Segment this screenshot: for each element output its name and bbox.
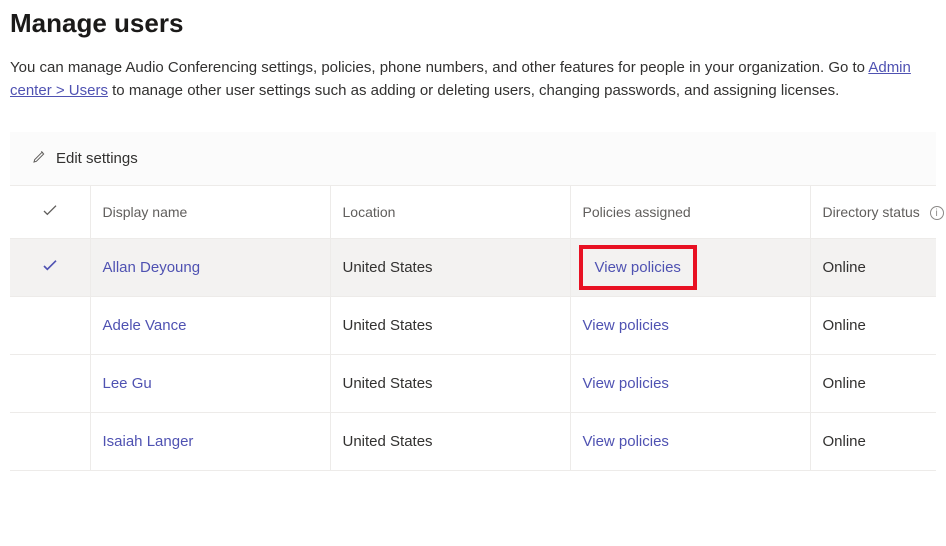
check-icon — [42, 259, 58, 276]
check-icon — [42, 204, 58, 220]
user-name-link[interactable]: Isaiah Langer — [103, 433, 194, 450]
user-name-link[interactable]: Allan Deyoung — [103, 259, 201, 276]
header-policies-assigned[interactable]: Policies assigned — [570, 186, 810, 239]
policies-cell: View policies — [570, 355, 810, 413]
directory-status-cell: Online — [810, 413, 936, 471]
info-icon[interactable]: i — [930, 206, 944, 220]
page-description: You can manage Audio Conferencing settin… — [10, 57, 930, 102]
location-cell: United States — [330, 355, 570, 413]
location-cell: United States — [330, 413, 570, 471]
directory-status-cell: Online — [810, 355, 936, 413]
row-select-cell[interactable] — [10, 239, 90, 297]
header-directory-status[interactable]: Directory status i — [810, 186, 936, 239]
table-row[interactable]: Adele Vance United States View policies Onl… — [10, 297, 936, 355]
location-cell: United States — [330, 297, 570, 355]
header-display-name[interactable]: Display name — [90, 186, 330, 239]
user-name-link[interactable]: Lee Gu — [103, 375, 152, 392]
users-panel: Edit settings Display name Location Poli… — [10, 132, 936, 471]
table-row[interactable]: Lee Gu United States View policies Online — [10, 355, 936, 413]
highlight-box: View policies — [579, 245, 697, 290]
description-text-after: to manage other user settings such as ad… — [112, 82, 839, 99]
table-header-row: Display name Location Policies assigned … — [10, 186, 936, 239]
row-select-cell[interactable] — [10, 297, 90, 355]
view-policies-link[interactable]: View policies — [583, 375, 669, 392]
view-policies-link[interactable]: View policies — [583, 317, 669, 334]
location-cell: United States — [330, 239, 570, 297]
directory-status-cell: Online — [810, 297, 936, 355]
user-name-link[interactable]: Adele Vance — [103, 317, 187, 334]
edit-settings-label: Edit settings — [56, 150, 138, 167]
header-select[interactable] — [10, 186, 90, 239]
users-table: Display name Location Policies assigned … — [10, 185, 936, 471]
view-policies-link[interactable]: View policies — [583, 433, 669, 450]
table-row[interactable]: Isaiah Langer United States View policies O… — [10, 413, 936, 471]
directory-status-cell: Online — [810, 239, 936, 297]
page-title: Manage users — [10, 8, 936, 39]
policies-cell: View policies — [570, 413, 810, 471]
toolbar: Edit settings — [10, 132, 936, 185]
row-select-cell[interactable] — [10, 355, 90, 413]
display-name-cell: Allan Deyoung — [90, 239, 330, 297]
policies-cell: View policies — [570, 239, 810, 297]
edit-settings-button[interactable]: Edit settings — [26, 144, 144, 172]
row-select-cell[interactable] — [10, 413, 90, 471]
policies-cell: View policies — [570, 297, 810, 355]
table-row[interactable]: Allan Deyoung United States View policies O… — [10, 239, 936, 297]
description-text-before: You can manage Audio Conferencing settin… — [10, 59, 868, 76]
pencil-icon — [32, 148, 48, 168]
display-name-cell: Lee Gu — [90, 355, 330, 413]
header-directory-status-label: Directory status — [823, 204, 920, 220]
view-policies-link[interactable]: View policies — [595, 259, 681, 276]
header-location[interactable]: Location — [330, 186, 570, 239]
display-name-cell: Adele Vance — [90, 297, 330, 355]
display-name-cell: Isaiah Langer — [90, 413, 330, 471]
